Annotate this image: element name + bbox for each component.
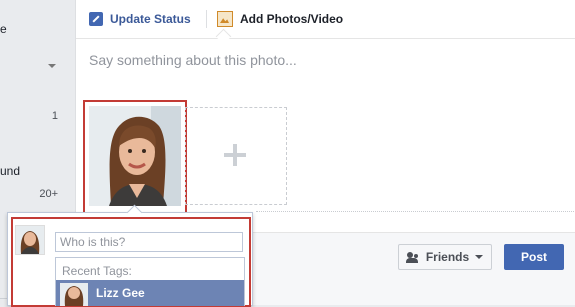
composer-dotted-divider [256, 211, 575, 212]
composer-tabs: Update Status Add Photos/Video [76, 0, 575, 45]
chevron-down-icon [475, 255, 484, 259]
pencil-icon [89, 12, 103, 26]
composer-text-input[interactable]: Say something about this photo... [89, 52, 297, 68]
tag-suggestion-name: Lizz Gee [96, 286, 145, 300]
post-button[interactable]: Post [504, 244, 564, 270]
sidebar-count-1: 1 [51, 110, 58, 122]
tab-update-status-label: Update Status [110, 12, 191, 26]
tab-divider [206, 10, 207, 28]
friends-icon [405, 251, 421, 263]
photo-icon [217, 11, 233, 27]
tab-update-status[interactable]: Update Status [89, 10, 191, 28]
tab-add-photos-video[interactable]: Add Photos/Video [217, 10, 343, 28]
sidebar-count-2: 20+ [39, 188, 58, 200]
chevron-down-icon[interactable] [48, 64, 56, 68]
plus-icon [224, 144, 246, 166]
audience-selector-button[interactable]: Friends [398, 244, 492, 270]
sidebar-fragment-1[interactable]: e [0, 22, 7, 36]
active-tab-pointer [215, 28, 232, 45]
recent-tags-label: Recent Tags: [62, 264, 132, 278]
photo-thumbnail[interactable] [89, 106, 181, 206]
tag-suggestions: Recent Tags: Lizz Gee [55, 257, 245, 306]
avatar [60, 283, 88, 306]
tag-popup: Recent Tags: Lizz Gee [7, 204, 253, 307]
avatar [15, 225, 45, 255]
tag-name-input[interactable] [55, 232, 243, 252]
add-photo-box[interactable] [185, 107, 287, 205]
tag-suggestion-item[interactable]: Lizz Gee [56, 280, 244, 306]
sidebar-fragment-2[interactable]: und [0, 164, 20, 178]
photo-thumbnail-highlight [83, 100, 187, 214]
audience-label: Friends [425, 250, 470, 264]
tab-add-photos-label: Add Photos/Video [240, 12, 344, 26]
